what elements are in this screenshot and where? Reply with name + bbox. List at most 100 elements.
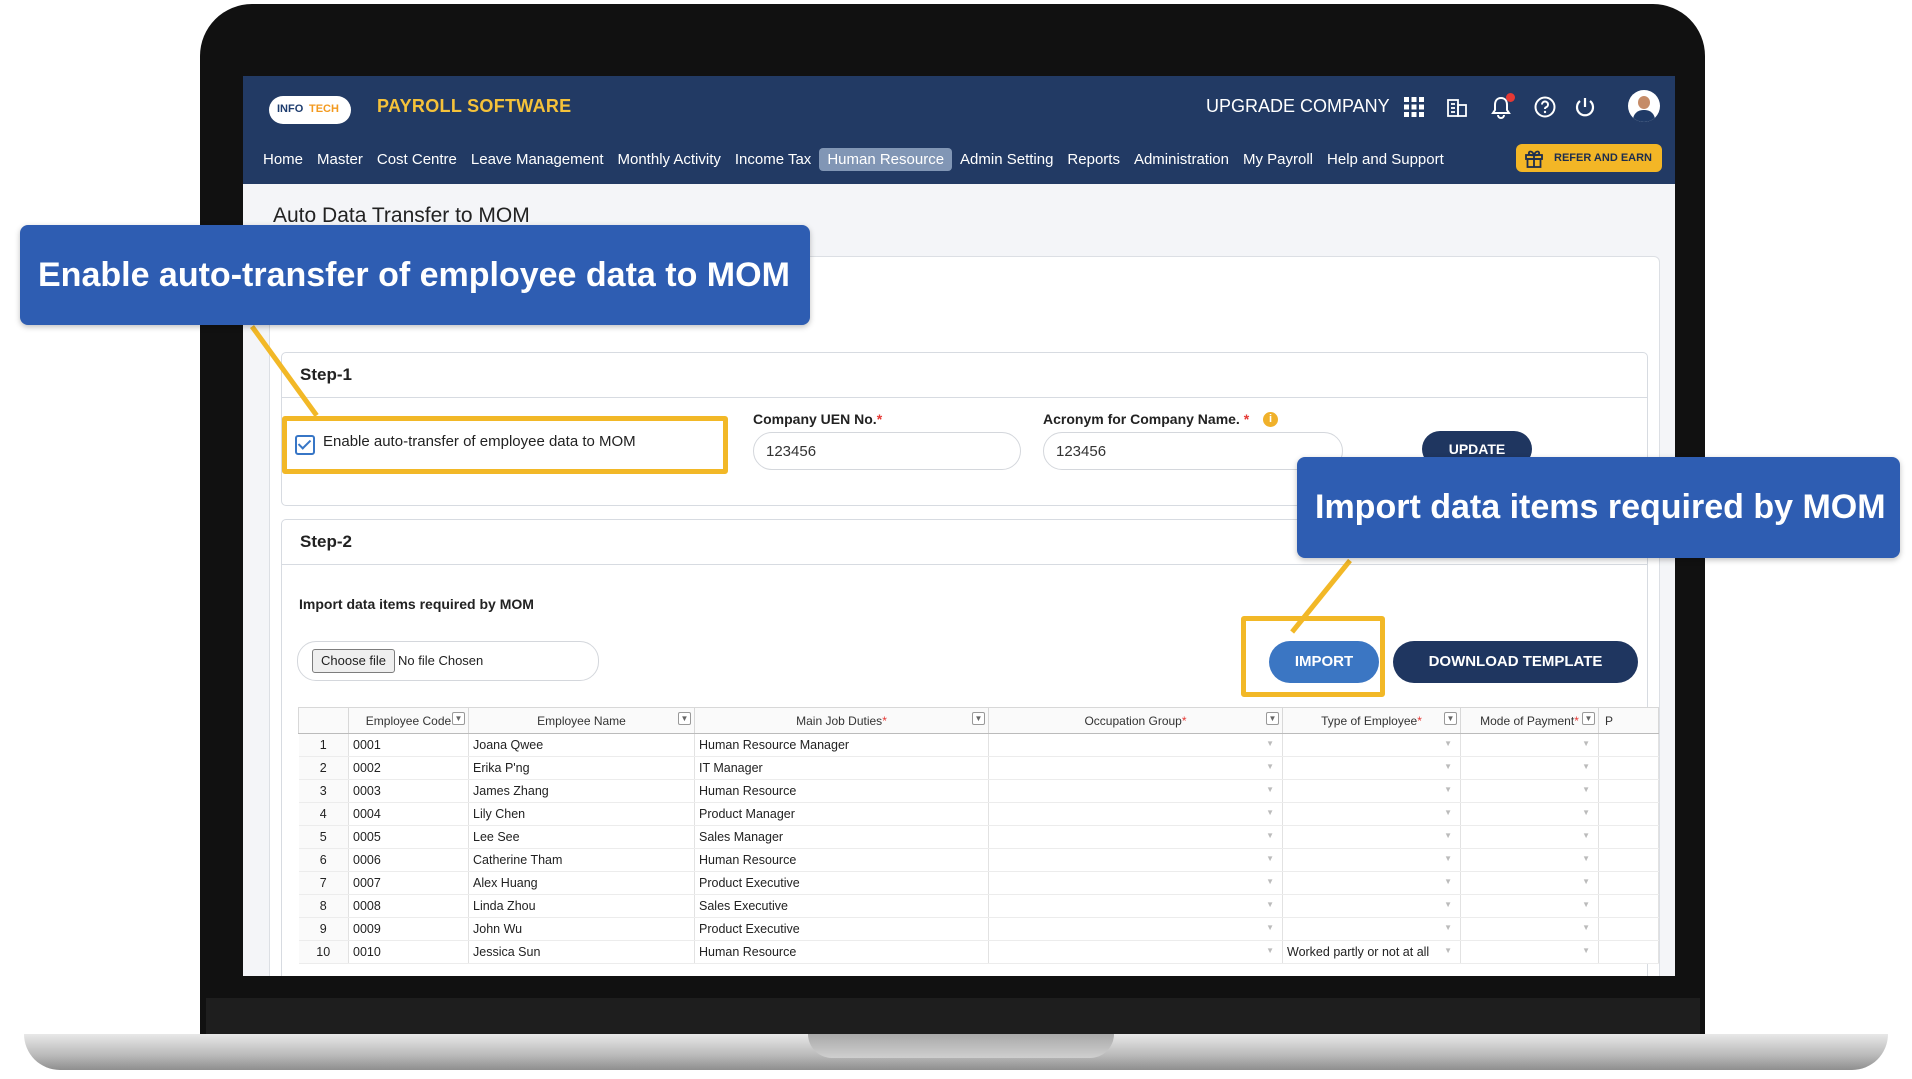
mode-of-payment-cell[interactable]: ▼ — [1460, 779, 1599, 803]
column-header-partial[interactable]: P — [1598, 707, 1659, 734]
dropdown-arrow-icon[interactable]: ▼ — [1266, 739, 1274, 748]
column-header-occupation-group[interactable]: Occupation Group* ▼ — [988, 707, 1283, 734]
dropdown-arrow-icon[interactable]: ▼ — [1444, 831, 1452, 840]
dropdown-arrow-icon[interactable]: ▼ — [1582, 854, 1590, 863]
dropdown-arrow-icon[interactable]: ▼ — [1266, 785, 1274, 794]
dropdown-arrow-icon[interactable]: ▼ — [1582, 877, 1590, 886]
job-duties-cell[interactable]: IT Manager — [694, 756, 989, 780]
filter-icon[interactable]: ▼ — [1266, 712, 1279, 725]
dropdown-arrow-icon[interactable]: ▼ — [1444, 785, 1452, 794]
employee-name-cell[interactable]: Catherine Tham — [468, 848, 695, 872]
occupation-group-cell[interactable]: ▼ — [988, 917, 1283, 941]
mode-of-payment-cell[interactable]: ▼ — [1460, 917, 1599, 941]
column-header-main-job-duties[interactable]: Main Job Duties* ▼ — [694, 707, 989, 734]
employee-code-cell[interactable]: 0009 — [348, 917, 469, 941]
table-row[interactable]: 9 0009 John Wu Product Executive ▼ ▼ ▼ — [298, 917, 1659, 941]
extra-cell[interactable] — [1598, 733, 1659, 757]
employee-code-cell[interactable]: 0003 — [348, 779, 469, 803]
extra-cell[interactable] — [1598, 825, 1659, 849]
choose-file-button[interactable]: Choose file — [312, 649, 396, 673]
occupation-group-cell[interactable]: ▼ — [988, 733, 1283, 757]
mode-of-payment-cell[interactable]: ▼ — [1460, 940, 1599, 964]
table-row[interactable]: 2 0002 Erika P'ng IT Manager ▼ ▼ ▼ — [298, 756, 1659, 780]
occupation-group-cell[interactable]: ▼ — [988, 848, 1283, 872]
dropdown-arrow-icon[interactable]: ▼ — [1582, 923, 1590, 932]
employee-name-cell[interactable]: John Wu — [468, 917, 695, 941]
nav-item-human-resource[interactable]: Human Resource — [819, 147, 953, 171]
occupation-group-cell[interactable]: ▼ — [988, 802, 1283, 826]
occupation-group-cell[interactable]: ▼ — [988, 894, 1283, 918]
dropdown-arrow-icon[interactable]: ▼ — [1266, 854, 1274, 863]
help-icon[interactable] — [1531, 93, 1559, 121]
power-icon[interactable] — [1571, 93, 1599, 121]
dropdown-arrow-icon[interactable]: ▼ — [1582, 946, 1590, 955]
nav-item-administration[interactable]: Administration — [1134, 151, 1229, 168]
table-row[interactable]: 8 0008 Linda Zhou Sales Executive ▼ ▼ ▼ — [298, 894, 1659, 918]
extra-cell[interactable] — [1598, 756, 1659, 780]
extra-cell[interactable] — [1598, 871, 1659, 895]
employee-name-cell[interactable]: Joana Qwee — [468, 733, 695, 757]
type-of-employee-cell[interactable]: Worked partly or not at all ▼ — [1282, 940, 1461, 964]
occupation-group-cell[interactable]: ▼ — [988, 825, 1283, 849]
user-avatar[interactable] — [1628, 90, 1660, 122]
job-duties-cell[interactable]: Human Resource — [694, 848, 989, 872]
dropdown-arrow-icon[interactable]: ▼ — [1444, 854, 1452, 863]
type-of-employee-cell[interactable]: ▼ — [1282, 917, 1461, 941]
job-duties-cell[interactable]: Product Executive — [694, 871, 989, 895]
dropdown-arrow-icon[interactable]: ▼ — [1266, 762, 1274, 771]
nav-item-income-tax[interactable]: Income Tax — [735, 151, 811, 168]
job-duties-cell[interactable]: Sales Executive — [694, 894, 989, 918]
table-row[interactable]: 3 0003 James Zhang Human Resource ▼ ▼ ▼ — [298, 779, 1659, 803]
filter-icon[interactable]: ▼ — [972, 712, 985, 725]
mode-of-payment-cell[interactable]: ▼ — [1460, 802, 1599, 826]
apps-grid-icon[interactable] — [1400, 93, 1428, 121]
dropdown-arrow-icon[interactable]: ▼ — [1444, 739, 1452, 748]
column-header-employee-name[interactable]: Employee Name ▼ — [468, 707, 695, 734]
dropdown-arrow-icon[interactable]: ▼ — [1582, 762, 1590, 771]
type-of-employee-cell[interactable]: ▼ — [1282, 733, 1461, 757]
dropdown-arrow-icon[interactable]: ▼ — [1444, 946, 1452, 955]
building-icon[interactable] — [1443, 93, 1471, 121]
type-of-employee-cell[interactable]: ▼ — [1282, 848, 1461, 872]
employee-name-cell[interactable]: James Zhang — [468, 779, 695, 803]
type-of-employee-cell[interactable]: ▼ — [1282, 894, 1461, 918]
column-header-employee-code[interactable]: Employee Code ▼ — [348, 707, 469, 734]
dropdown-arrow-icon[interactable]: ▼ — [1444, 762, 1452, 771]
dropdown-arrow-icon[interactable]: ▼ — [1266, 808, 1274, 817]
mode-of-payment-cell[interactable]: ▼ — [1460, 825, 1599, 849]
employee-name-cell[interactable]: Linda Zhou — [468, 894, 695, 918]
type-of-employee-cell[interactable]: ▼ — [1282, 779, 1461, 803]
nav-item-help-and-support[interactable]: Help and Support — [1327, 151, 1444, 168]
table-row[interactable]: 1 0001 Joana Qwee Human Resource Manager ▼ ▼ ▼ — [298, 733, 1659, 757]
dropdown-arrow-icon[interactable]: ▼ — [1266, 946, 1274, 955]
job-duties-cell[interactable]: Human Resource Manager — [694, 733, 989, 757]
column-header-type-of-employee[interactable]: Type of Employee* ▼ — [1282, 707, 1461, 734]
table-row[interactable]: 5 0005 Lee See Sales Manager ▼ ▼ ▼ — [298, 825, 1659, 849]
download-template-button[interactable]: DOWNLOAD TEMPLATE — [1393, 641, 1638, 683]
mode-of-payment-cell[interactable]: ▼ — [1460, 733, 1599, 757]
employee-code-cell[interactable]: 0004 — [348, 802, 469, 826]
employee-name-cell[interactable]: Erika P'ng — [468, 756, 695, 780]
occupation-group-cell[interactable]: ▼ — [988, 871, 1283, 895]
nav-item-reports[interactable]: Reports — [1067, 151, 1120, 168]
mode-of-payment-cell[interactable]: ▼ — [1460, 871, 1599, 895]
refer-and-earn-button[interactable]: REFER AND EARN — [1516, 144, 1662, 172]
employee-code-cell[interactable]: 0010 — [348, 940, 469, 964]
employee-code-cell[interactable]: 0005 — [348, 825, 469, 849]
extra-cell[interactable] — [1598, 802, 1659, 826]
filter-icon[interactable]: ▼ — [1582, 712, 1595, 725]
dropdown-arrow-icon[interactable]: ▼ — [1444, 923, 1452, 932]
job-duties-cell[interactable]: Product Executive — [694, 917, 989, 941]
table-row[interactable]: 7 0007 Alex Huang Product Executive ▼ ▼ ▼ — [298, 871, 1659, 895]
nav-item-master[interactable]: Master — [317, 151, 363, 168]
company-logo[interactable]: INFO TECH — [269, 96, 351, 124]
table-row[interactable]: 4 0004 Lily Chen Product Manager ▼ ▼ ▼ — [298, 802, 1659, 826]
uen-input[interactable]: 123456 — [753, 432, 1021, 470]
extra-cell[interactable] — [1598, 894, 1659, 918]
dropdown-arrow-icon[interactable]: ▼ — [1266, 831, 1274, 840]
dropdown-arrow-icon[interactable]: ▼ — [1582, 831, 1590, 840]
table-row[interactable]: 6 0006 Catherine Tham Human Resource ▼ ▼ ▼ — [298, 848, 1659, 872]
dropdown-arrow-icon[interactable]: ▼ — [1444, 900, 1452, 909]
filter-icon[interactable]: ▼ — [1444, 712, 1457, 725]
job-duties-cell[interactable]: Product Manager — [694, 802, 989, 826]
